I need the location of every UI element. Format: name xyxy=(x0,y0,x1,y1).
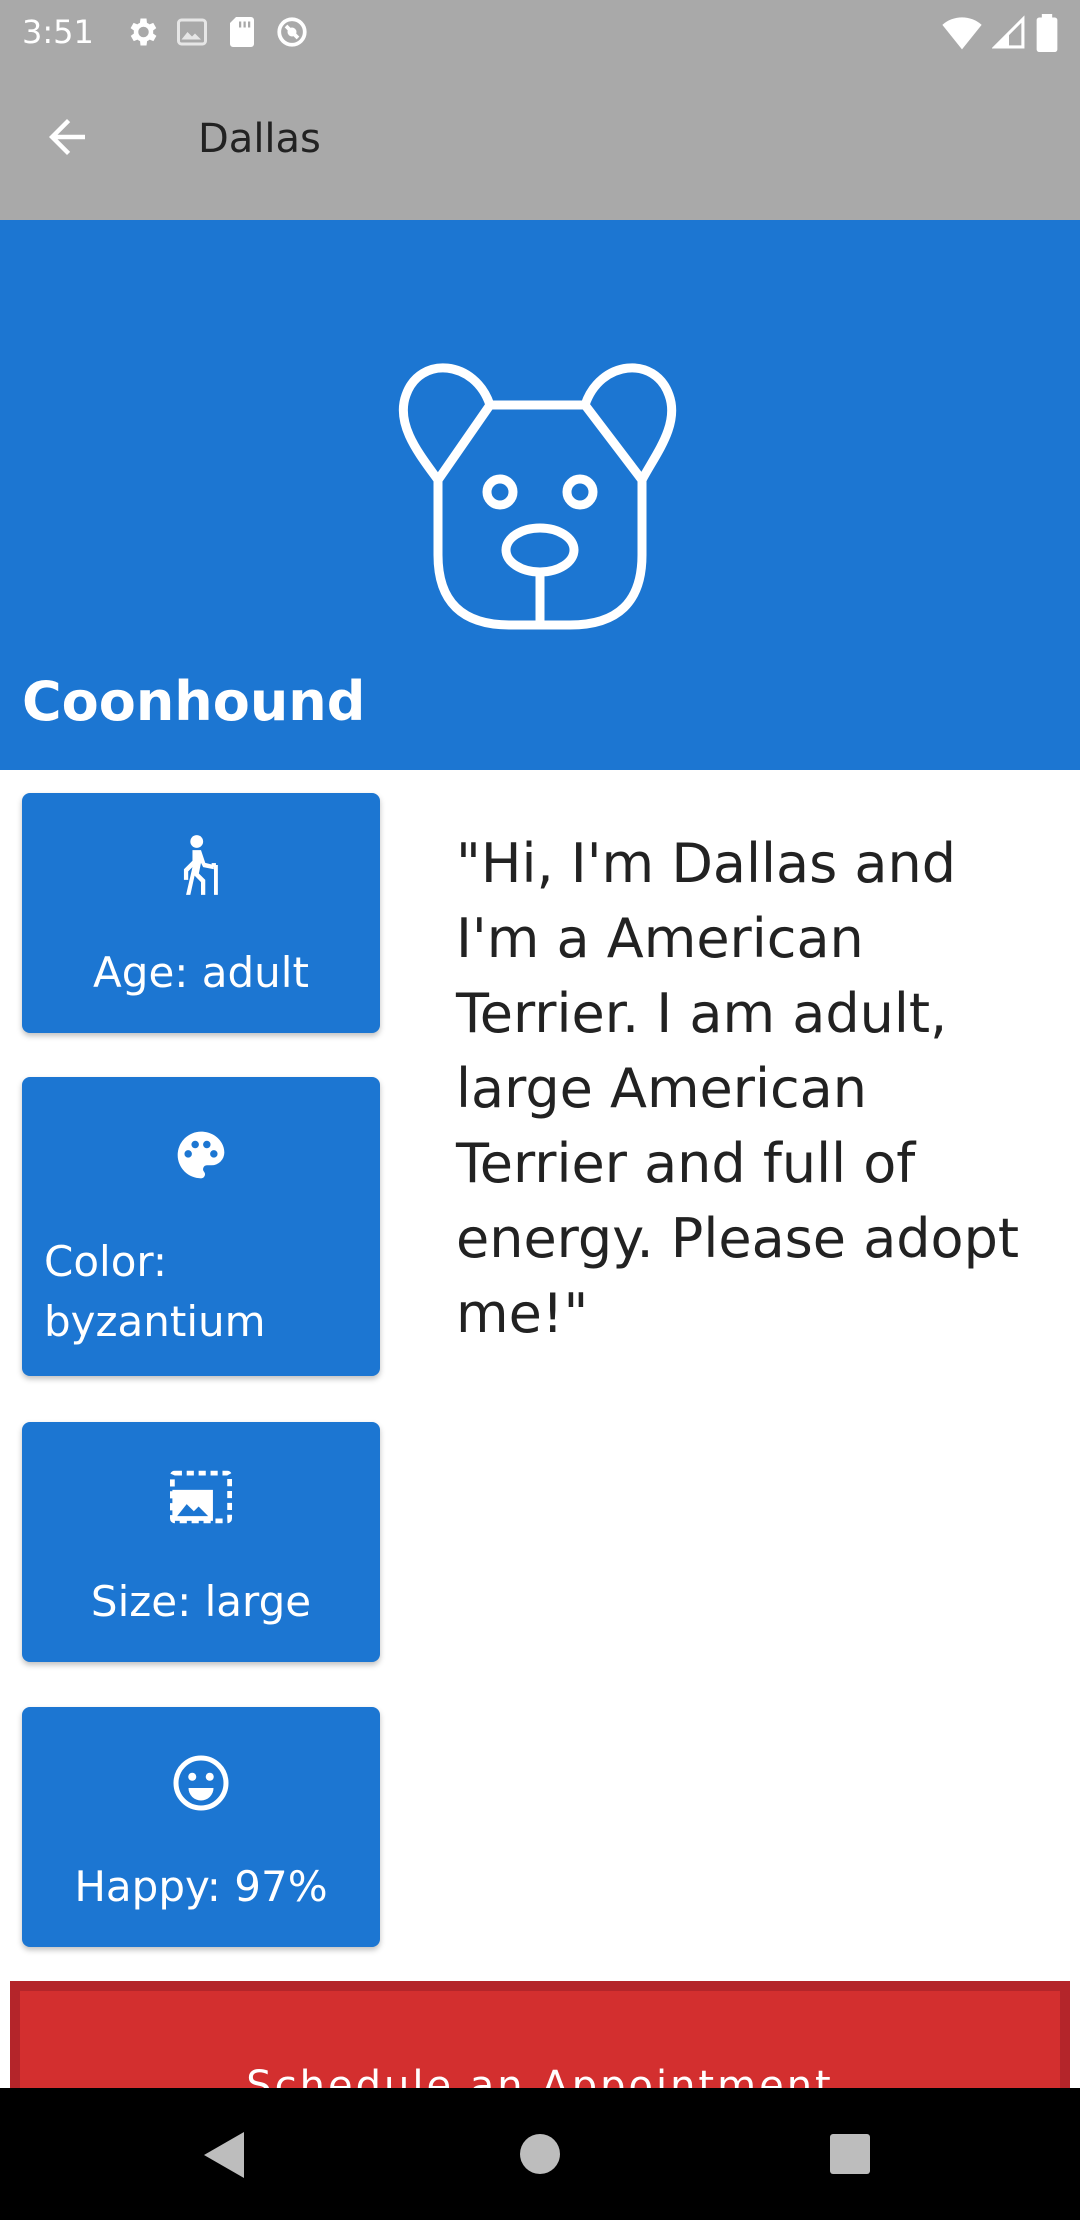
status-bar: 3:51 xyxy=(0,0,1080,64)
dog-face-icon xyxy=(380,350,700,644)
image-icon xyxy=(174,14,210,50)
signal-icon xyxy=(992,15,1026,51)
status-right-icons xyxy=(942,14,1058,52)
battery-icon xyxy=(1036,14,1058,52)
sync-icon xyxy=(274,14,310,50)
color-label: Color: byzantium xyxy=(44,1237,266,1346)
recents-square-icon[interactable] xyxy=(828,2132,872,2180)
settings-icon xyxy=(124,14,160,50)
happy-card: Happy: 97% xyxy=(22,1707,380,1947)
page-title: Dallas xyxy=(198,116,321,162)
size-card: Size: large xyxy=(22,1422,380,1662)
status-time: 3:51 xyxy=(22,13,94,51)
pet-description: "Hi, I'm Dallas and I'm a American Terri… xyxy=(456,832,1020,1345)
wifi-icon xyxy=(942,15,982,51)
age-card: Age: adult xyxy=(22,793,380,1033)
happy-label: Happy: 97% xyxy=(74,1862,328,1911)
elderly-person-icon xyxy=(22,833,380,897)
color-card: Color: byzantium xyxy=(22,1077,380,1376)
system-nav-bar xyxy=(0,2088,1080,2220)
hero-banner: Coonhound xyxy=(0,220,1080,770)
photo-size-icon xyxy=(22,1470,380,1524)
size-label: Size: large xyxy=(90,1577,312,1626)
back-button[interactable] xyxy=(40,110,114,174)
smiley-face-icon xyxy=(22,1753,380,1813)
sd-card-icon xyxy=(224,14,260,50)
palette-icon xyxy=(22,1127,380,1183)
back-triangle-icon[interactable] xyxy=(200,2130,246,2184)
age-label: Age: adult xyxy=(93,948,309,997)
arrow-back-icon xyxy=(40,119,94,168)
breed-title: Coonhound xyxy=(22,670,366,733)
app-bar: Dallas xyxy=(0,64,1080,220)
home-circle-icon[interactable] xyxy=(516,2130,564,2182)
status-left-icons xyxy=(124,14,310,50)
